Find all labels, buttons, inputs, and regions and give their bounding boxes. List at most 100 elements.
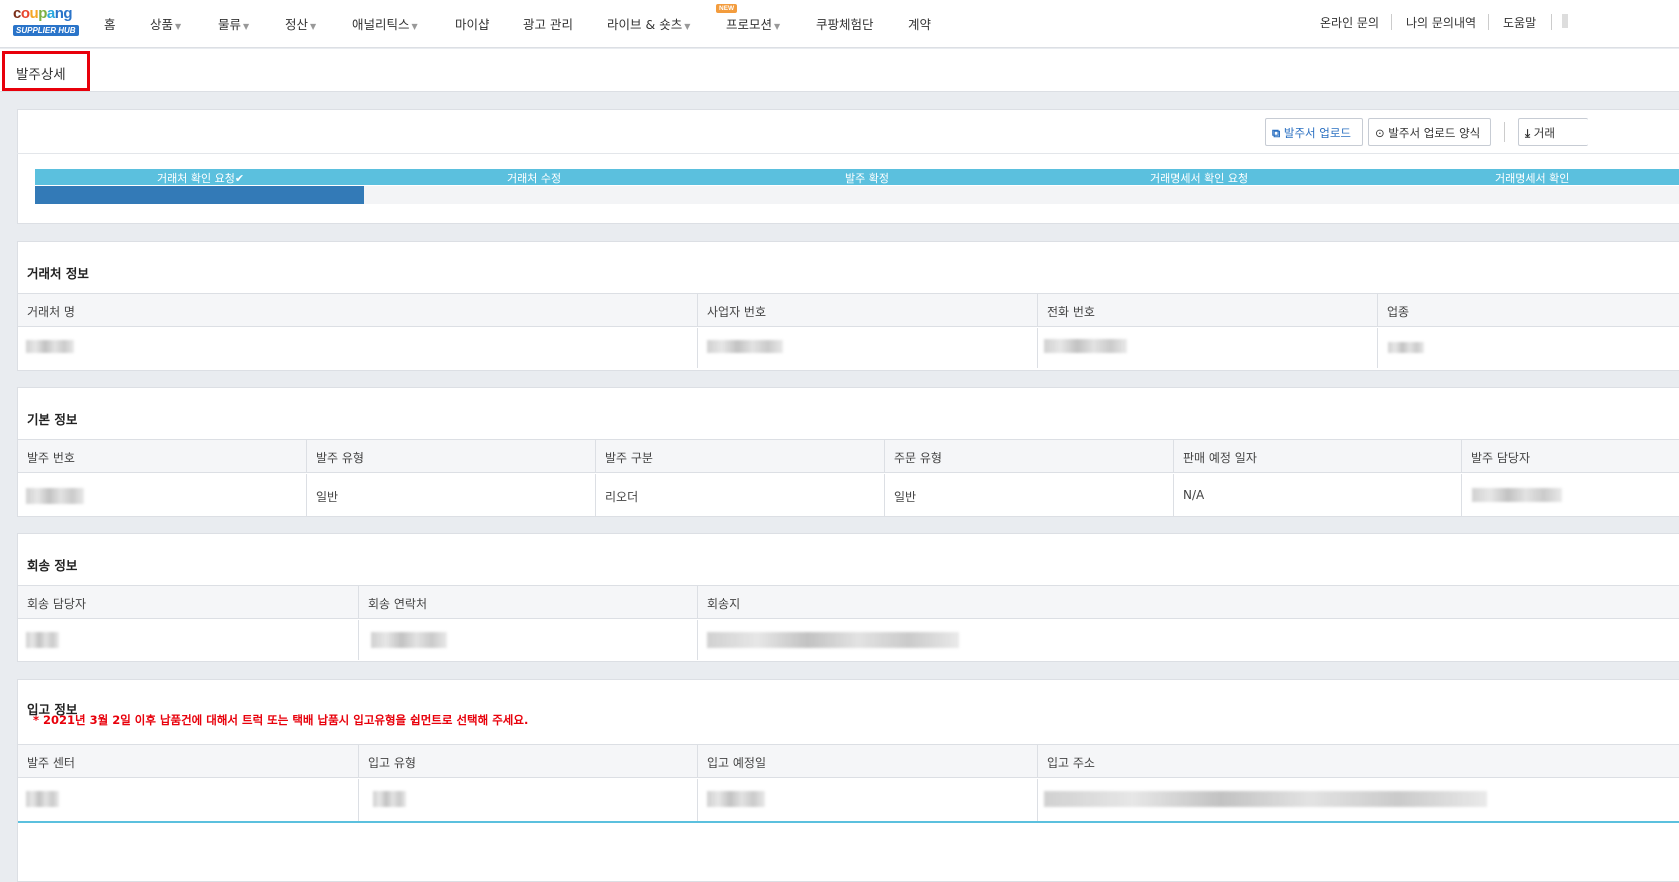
- nav-contract[interactable]: 계약: [908, 14, 931, 33]
- nav-myshop[interactable]: 마이샵: [455, 14, 490, 33]
- nav-settlement-label: 정산: [285, 17, 309, 32]
- nav-settlement[interactable]: 정산 ▼: [285, 14, 316, 33]
- nav-experience-group[interactable]: 쿠팡체험단: [816, 14, 874, 33]
- title-bar: 발주상세: [0, 49, 1679, 92]
- redacted-text: [1472, 488, 1562, 502]
- po-upload-button[interactable]: ⧉ 발주서 업로드: [1265, 118, 1363, 146]
- redacted-text: [26, 632, 59, 648]
- online-inquiry-link[interactable]: 온라인 문의: [1320, 14, 1379, 31]
- inbound-table-header: 발주 센터 입고 유형 입고 예정일 입고 주소: [18, 744, 1679, 778]
- basic-info-card: 기본 정보 발주 번호 발주 유형 발주 구분 주문 유형 판매 예정 일자 발…: [17, 387, 1679, 517]
- header-inbound-type: 입고 유형: [358, 745, 697, 778]
- sale-date-value: N/A: [1173, 474, 1461, 517]
- nav-promotion-label: 프로모션: [726, 17, 773, 32]
- new-badge: NEW: [716, 4, 738, 13]
- nav-logistics[interactable]: 물류 ▼: [218, 14, 249, 33]
- step-statement-confirm: 거래명세서 확인: [1495, 172, 1570, 185]
- basic-info-title: 기본 정보: [27, 412, 78, 427]
- redacted-text: [371, 632, 447, 648]
- header-po-center: 발주 센터: [27, 756, 75, 770]
- header-phone: 전화 번호: [1037, 294, 1377, 327]
- top-navigation: coupang SUPPLIER HUB 홈 상품 ▼ 물류 ▼ 정산 ▼ 애널리틱스…: [0, 0, 1679, 48]
- phone-value: [1037, 328, 1377, 368]
- divider: [1504, 122, 1505, 142]
- divider: [17, 153, 1679, 154]
- po-type-value: 일반: [306, 474, 595, 517]
- po-number-value: [18, 474, 306, 517]
- vendor-name-value: [18, 328, 697, 368]
- step-statement-confirm-request: 거래명세서 확인 요청: [1150, 172, 1249, 185]
- vendor-info-title: 거래처 정보: [27, 266, 89, 281]
- download-statement-label: 거래: [1533, 126, 1555, 140]
- nav-home[interactable]: 홈: [104, 14, 116, 33]
- download-statement-button[interactable]: ⤓ 거래: [1518, 118, 1588, 146]
- overflow-edge: [1562, 14, 1568, 28]
- nav-live-shorts-label: 라이브 & 숏츠: [607, 17, 683, 32]
- redacted-text: [1388, 342, 1424, 353]
- vendor-info-card: 거래처 정보 거래처 명 사업자 번호 전화 번호 업종: [17, 241, 1679, 371]
- header-business-number: 사업자 번호: [697, 294, 1037, 327]
- nav-contract-label: 계약: [908, 17, 932, 32]
- po-manager-value: [1461, 474, 1679, 517]
- sale-date-text: N/A: [1183, 488, 1205, 502]
- nav-myshop-label: 마이샵: [455, 17, 490, 32]
- po-center-value: [18, 779, 358, 822]
- redacted-text: [1044, 339, 1127, 353]
- vendor-table-header: 거래처 명 사업자 번호 전화 번호 업종: [18, 293, 1679, 327]
- return-info-title: 회송 정보: [27, 558, 78, 573]
- header-inbound-date: 입고 예정일: [697, 745, 1037, 778]
- header-return-contact: 회송 연락처: [358, 586, 697, 619]
- external-link-icon: ⧉: [1272, 126, 1281, 140]
- po-upload-button-label: 발주서 업로드: [1283, 126, 1352, 140]
- step-vendor-confirm-request: 거래처 확인 요청✔: [157, 172, 245, 185]
- header-inbound-address: 입고 주소: [1037, 745, 1679, 778]
- divider: [1391, 14, 1392, 30]
- return-info-card: 회송 정보 회송 담당자 회송 연락처 회송지: [17, 533, 1679, 662]
- redacted-text: [26, 488, 84, 504]
- chevron-down-icon: ▼: [684, 22, 691, 31]
- nav-analytics[interactable]: 애널리틱스 ▼: [352, 14, 418, 33]
- download-circle-icon: ⊙: [1375, 126, 1385, 140]
- header-return-manager: 회송 담당자: [27, 597, 87, 611]
- divider: [1551, 14, 1552, 30]
- chevron-down-icon: ▼: [243, 22, 250, 31]
- inbound-address-value: [1037, 779, 1679, 822]
- help-link[interactable]: 도움말: [1503, 14, 1536, 31]
- industry-value: [1377, 328, 1679, 368]
- row-highlight: [18, 821, 1679, 823]
- header-vendor-name: 거래처 명: [27, 305, 75, 319]
- return-table-header: 회송 담당자 회송 연락처 회송지: [18, 585, 1679, 619]
- header-po-number: 발주 번호: [27, 451, 75, 465]
- nav-home-label: 홈: [104, 17, 116, 32]
- nav-logistics-label: 물류: [218, 17, 242, 32]
- redacted-text: [1044, 791, 1487, 807]
- order-type-text: 일반: [894, 490, 917, 504]
- po-category-value: 리오더: [595, 474, 884, 517]
- logo-badge: SUPPLIER HUB: [13, 25, 79, 36]
- chevron-down-icon: ▼: [774, 22, 781, 31]
- my-inquiries-link[interactable]: 나의 문의내역: [1406, 14, 1476, 31]
- progress-bar: [35, 186, 1679, 204]
- nav-promotion[interactable]: 프로모션 ▼: [726, 14, 780, 33]
- po-category-text: 리오더: [605, 490, 639, 504]
- redacted-text: [707, 632, 959, 648]
- return-contact-value: [358, 620, 697, 660]
- redacted-text: [26, 340, 74, 353]
- step-vendor-edit: 거래처 수정: [507, 172, 562, 185]
- redacted-text: [373, 791, 406, 807]
- header-po-category: 발주 구분: [595, 440, 884, 473]
- nav-products-label: 상품: [150, 17, 174, 32]
- nav-experience-group-label: 쿠팡체험단: [816, 17, 874, 32]
- basic-table-header: 발주 번호 발주 유형 발주 구분 주문 유형 판매 예정 일자 발주 담당자: [18, 439, 1679, 473]
- coupang-supplier-hub-logo[interactable]: coupang SUPPLIER HUB: [13, 6, 79, 38]
- nav-live-shorts[interactable]: 라이브 & 숏츠 ▼: [607, 14, 690, 33]
- nav-products[interactable]: 상품 ▼: [150, 14, 181, 33]
- inbound-type-value: [358, 779, 697, 822]
- chevron-down-icon: ▼: [175, 22, 182, 31]
- nav-analytics-label: 애널리틱스: [352, 17, 410, 32]
- header-po-manager: 발주 담당자: [1461, 440, 1679, 473]
- nav-ads[interactable]: 광고 관리: [523, 14, 573, 33]
- po-upload-template-button[interactable]: ⊙ 발주서 업로드 양식: [1368, 118, 1491, 146]
- header-order-type: 주문 유형: [884, 440, 1173, 473]
- progress-bar-fill: [35, 186, 364, 204]
